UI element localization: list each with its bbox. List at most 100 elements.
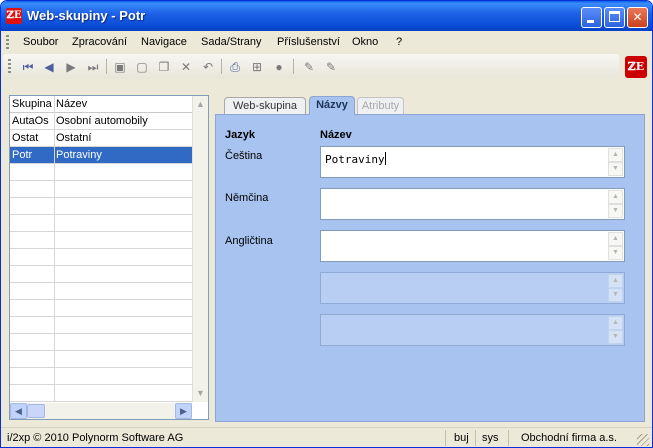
empty-row <box>10 317 192 334</box>
scroll-up-icon[interactable]: ▲ <box>608 232 623 246</box>
new-icon[interactable]: ▢ <box>133 58 151 76</box>
label-nemcina: Němčina <box>225 192 269 204</box>
empty-row <box>10 368 192 385</box>
header-name: Název <box>320 129 352 141</box>
maximize-icon <box>609 11 620 22</box>
toolbar: ⏮ ◀ ▶ ⏭ ▣ ▢ ❐ ✕ ↶ ⎙ ⊞ ● ✎ ✎ <box>3 54 619 79</box>
menu-zpracovani[interactable]: Zpracování <box>72 36 127 48</box>
resize-grip-icon[interactable] <box>637 434 649 446</box>
label-cestina: Čeština <box>225 150 263 162</box>
menu-prislusenstvi[interactable]: Příslušenství <box>277 36 340 48</box>
menu-bar: Soubor Zpracování Navigace Sada/Strany P… <box>1 31 652 53</box>
tab-nazvy[interactable]: Názvy <box>309 96 355 115</box>
label-anglictina: Angličtina <box>225 235 273 247</box>
status-system: sys <box>482 432 499 444</box>
empty-row <box>10 300 192 317</box>
next-record-icon[interactable]: ▶ <box>62 58 80 76</box>
field-scrollbar[interactable]: ▲ ▼ <box>608 190 623 218</box>
scroll-down-icon[interactable]: ▼ <box>608 162 623 176</box>
scroll-down-icon[interactable]: ▼ <box>608 246 623 260</box>
app-logo-icon: ℤE <box>6 8 22 24</box>
grid-horizontal-scrollbar[interactable]: ◀ ▶ <box>10 403 192 419</box>
status-company: Obchodní firma a.s. <box>521 432 617 444</box>
structure-icon[interactable]: ⊞ <box>248 58 266 76</box>
menu-navigace[interactable]: Navigace <box>141 36 187 48</box>
empty-row <box>10 198 192 215</box>
disabled-name-field: ▲ ▼ <box>320 314 625 346</box>
scroll-up-icon[interactable]: ▲ <box>608 148 623 162</box>
status-bar: i/2xp © 2010 Polynorm Software AG buj sy… <box>1 427 652 447</box>
edit-field-icon[interactable]: ✎ <box>322 58 340 76</box>
edit-icon[interactable]: ✎ <box>300 58 318 76</box>
copy-icon[interactable]: ❐ <box>155 58 173 76</box>
info-icon[interactable]: ● <box>270 58 288 76</box>
save-icon[interactable]: ▣ <box>111 58 129 76</box>
empty-row <box>10 334 192 351</box>
scroll-up-icon[interactable]: ▲ <box>193 97 208 112</box>
scroll-up-icon: ▲ <box>608 274 623 288</box>
field-scrollbar: ▲ ▼ <box>608 274 623 302</box>
empty-row <box>10 232 192 249</box>
scroll-down-icon[interactable]: ▼ <box>608 204 623 218</box>
menu-help[interactable]: ? <box>396 36 402 48</box>
scroll-down-icon[interactable]: ▼ <box>193 386 208 401</box>
title-bar[interactable]: ℤE Web-skupiny - Potr ✕ <box>1 1 652 31</box>
menu-grip-icon <box>6 35 9 49</box>
text-caret <box>384 152 386 165</box>
anglictina-name-field[interactable]: ▲ ▼ <box>320 230 625 262</box>
field-scrollbar[interactable]: ▲ ▼ <box>608 148 623 176</box>
toolbar-separator <box>293 59 294 74</box>
empty-row <box>10 266 192 283</box>
first-record-icon[interactable]: ⏮ <box>19 58 37 76</box>
status-separator <box>475 430 476 446</box>
cell-name: Potraviny <box>56 149 102 161</box>
header-language: Jazyk <box>225 129 255 141</box>
nemcina-name-field[interactable]: ▲ ▼ <box>320 188 625 220</box>
cestina-name-field[interactable]: Potraviny ▲ ▼ <box>320 146 625 178</box>
toolbar-separator <box>106 59 107 74</box>
close-button[interactable]: ✕ <box>627 7 648 28</box>
scroll-down-icon: ▼ <box>608 330 623 344</box>
toolbar-grip-icon <box>8 59 11 73</box>
tab-web-skupina[interactable]: Web-skupina <box>224 97 306 115</box>
status-separator <box>445 430 446 446</box>
status-user: buj <box>454 432 469 444</box>
minimize-button[interactable] <box>581 7 602 28</box>
last-record-icon[interactable]: ⏭ <box>84 58 102 76</box>
scroll-right-icon[interactable]: ▶ <box>175 403 192 419</box>
field-scrollbar[interactable]: ▲ ▼ <box>608 232 623 260</box>
grid-header: Skupina Název <box>10 96 192 113</box>
column-divider <box>54 96 55 402</box>
delete-icon[interactable]: ✕ <box>177 58 195 76</box>
scroll-thumb[interactable] <box>27 404 45 418</box>
groups-grid[interactable]: Skupina Název AutaOs Osobní automobily O… <box>9 95 209 420</box>
table-row-selected[interactable]: Potr Potraviny <box>10 147 192 164</box>
empty-row <box>10 249 192 266</box>
column-header-nazev[interactable]: Název <box>56 98 87 110</box>
grid-vertical-scrollbar[interactable]: ▲ ▼ <box>192 96 208 402</box>
cell-name: Osobní automobily <box>56 115 148 127</box>
disabled-name-field: ▲ ▼ <box>320 272 625 304</box>
column-header-skupina[interactable]: Skupina <box>12 98 52 110</box>
scroll-up-icon[interactable]: ▲ <box>608 190 623 204</box>
cell-code: Ostat <box>12 132 39 144</box>
main-window: ℤE Web-skupiny - Potr ✕ Soubor Zpracován… <box>0 0 653 448</box>
scroll-left-icon[interactable]: ◀ <box>10 403 27 419</box>
menu-okno[interactable]: Okno <box>352 36 378 48</box>
close-icon: ✕ <box>632 10 643 24</box>
menu-soubor[interactable]: Soubor <box>23 36 58 48</box>
undo-icon[interactable]: ↶ <box>199 58 217 76</box>
brand-logo-icon: ℤE <box>625 56 647 78</box>
table-row[interactable]: Ostat Ostatní <box>10 130 192 147</box>
scroll-down-icon: ▼ <box>608 288 623 302</box>
previous-record-icon[interactable]: ◀ <box>40 58 58 76</box>
minimize-icon <box>587 20 594 23</box>
maximize-button[interactable] <box>604 7 625 28</box>
menu-sada-strany[interactable]: Sada/Strany <box>201 36 262 48</box>
cell-code: Potr <box>12 149 33 161</box>
scroll-up-icon: ▲ <box>608 316 623 330</box>
table-row[interactable]: AutaOs Osobní automobily <box>10 113 192 130</box>
print-icon[interactable]: ⎙ <box>226 58 244 76</box>
status-copyright: i/2xp © 2010 Polynorm Software AG <box>7 432 184 444</box>
empty-row <box>10 385 192 402</box>
